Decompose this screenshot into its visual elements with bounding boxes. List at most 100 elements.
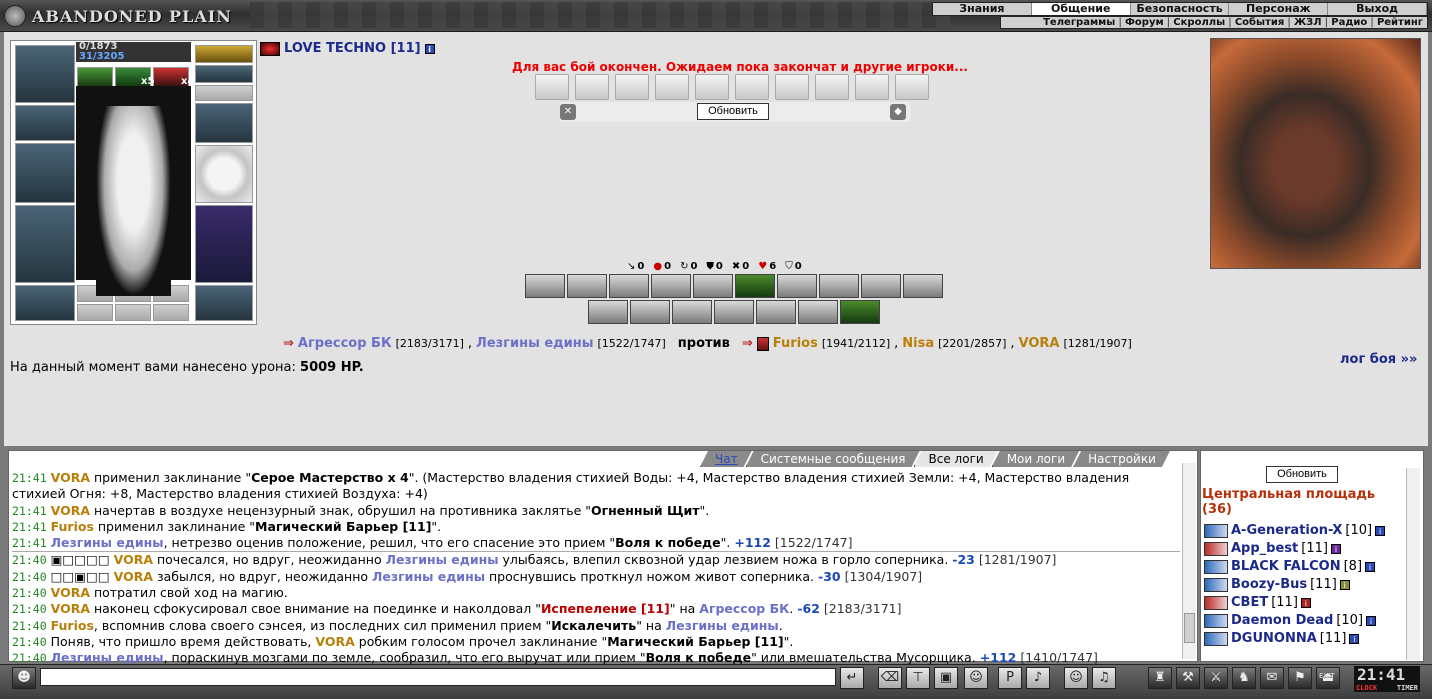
user-name[interactable]: Daemon Dead [1231,612,1333,630]
skill-button[interactable] [714,300,754,324]
chat-tab-1[interactable]: Системные сообщения [746,451,920,467]
info-icon[interactable]: i [1365,562,1376,572]
belt-slot[interactable] [15,285,75,321]
smile-icon[interactable]: ☺ [1064,667,1088,689]
scroll-slot-3[interactable] [153,304,189,321]
skill-button[interactable] [798,300,838,324]
info-icon[interactable]: i [1375,526,1386,536]
bracers-slot[interactable] [15,105,75,141]
user-name[interactable]: A-Generation-X [1231,522,1342,540]
private-message-icon[interactable] [1204,560,1228,574]
player-name[interactable]: LOVE TECHNO [11] i [260,41,435,56]
user-name[interactable]: BLACK FALCON [1231,558,1341,576]
armor-slot[interactable] [15,205,75,283]
legs-slot[interactable] [195,205,253,283]
scroll-slot[interactable] [655,74,689,100]
exit-icon[interactable]: EXIT ⏏ [1316,667,1340,689]
submenu-4[interactable]: ЖЗЛ [1294,17,1322,28]
chat-tab-3[interactable]: Мои логи [992,451,1079,467]
info-icon[interactable]: i [1300,598,1311,608]
chat-tab-4[interactable]: Настройки [1073,451,1170,467]
menu-0[interactable]: Знания [933,3,1032,15]
team1-member-2[interactable]: Лезгины едины [476,336,594,351]
skill-button[interactable] [693,274,733,298]
submenu-2[interactable]: Скроллы [1173,17,1225,28]
menu-4[interactable]: Выход [1328,3,1427,15]
earrings-slot[interactable] [195,65,253,83]
private-message-icon[interactable] [1204,542,1228,556]
chat-scrollbar[interactable] [1182,463,1196,659]
skill-button[interactable] [651,274,691,298]
fight-icon[interactable]: ⚔ [1204,667,1228,689]
sound-icon[interactable]: ♪ [1026,667,1050,689]
user-name[interactable]: CBET [1231,594,1268,612]
private-message-icon[interactable] [1204,614,1228,628]
save-icon[interactable]: ▣ [934,667,958,689]
inventory-icon[interactable]: ♜ [1148,667,1172,689]
info-icon[interactable]: i [1349,634,1360,644]
skill-button[interactable] [903,274,943,298]
info-icon[interactable]: i [1339,580,1350,590]
scroll-slot[interactable] [735,74,769,100]
private-message-icon[interactable] [1204,596,1228,610]
helmet-slot[interactable] [15,45,75,103]
info-icon[interactable]: i [1366,616,1377,626]
submenu-1[interactable]: Форум [1125,17,1164,28]
submenu-0[interactable]: Телеграммы [1043,17,1115,28]
scroll-slot[interactable] [895,74,929,100]
private-message-icon[interactable] [1204,524,1228,538]
scroll-slot[interactable] [815,74,849,100]
game-clock[interactable]: 21:41 CLOCK TIMER [1354,666,1420,692]
skill-button[interactable] [630,300,670,324]
submenu-3[interactable]: События [1235,17,1284,28]
spell-slot-1[interactable] [77,67,113,87]
walk-icon[interactable]: ☺ [964,667,988,689]
scroll-slot[interactable] [855,74,889,100]
skill-button[interactable] [588,300,628,324]
boots-slot[interactable] [195,285,253,321]
skill-button-active[interactable] [735,274,775,298]
submenu-5[interactable]: Радио [1331,17,1367,28]
battle-log-link[interactable]: лог боя »» [1340,352,1417,367]
menu-1[interactable]: Общение [1031,3,1131,15]
menu-3[interactable]: Персонаж [1229,3,1329,15]
private-message-icon[interactable] [1204,632,1228,646]
user-name[interactable]: Boozy-Bus [1231,576,1307,594]
skill-button[interactable] [567,274,607,298]
skill-button[interactable] [819,274,859,298]
music-icon[interactable]: ♫ [1092,667,1116,689]
opponent-portrait[interactable] [1210,38,1421,269]
weapon-slot[interactable] [15,143,75,203]
private-icon[interactable]: P [998,667,1022,689]
skill-button-active[interactable] [840,300,880,324]
info-icon[interactable]: i [1330,544,1341,554]
scroll-slot[interactable] [775,74,809,100]
smiley-menu-icon[interactable]: ☻ [12,667,36,689]
users-scrollbar[interactable] [1406,468,1420,660]
submenu-6[interactable]: Рейтинг [1377,17,1423,28]
skill-button[interactable] [777,274,817,298]
shield-slot[interactable] [195,145,253,203]
character-image[interactable] [76,86,191,296]
scroll-slot-2[interactable] [115,304,151,321]
skill-button[interactable] [861,274,901,298]
skill-button[interactable] [525,274,565,298]
chat-tab-2[interactable]: Все логи [914,451,998,467]
scroll-slot[interactable] [615,74,649,100]
map-icon[interactable]: ⚒ [1176,667,1200,689]
filter-icon[interactable]: ⊤ [906,667,930,689]
team2-member-3[interactable]: VORA [1019,336,1060,351]
chat-input[interactable] [40,668,836,686]
game-logo[interactable]: ABANDONED PLAIN [4,3,254,29]
gloves-slot[interactable] [195,103,253,143]
scroll-slot[interactable] [695,74,729,100]
scroll-slot-1[interactable] [77,304,113,321]
skill-button[interactable] [609,274,649,298]
refresh-button[interactable]: Обновить [697,103,769,120]
user-name[interactable]: App_best [1231,540,1298,558]
eraser-icon[interactable]: ⌫ [878,667,902,689]
scroll-slot[interactable] [535,74,569,100]
chat-scroll-thumb[interactable] [1184,613,1195,643]
info-icon[interactable]: i [424,43,435,54]
scroll-slot[interactable] [575,74,609,100]
